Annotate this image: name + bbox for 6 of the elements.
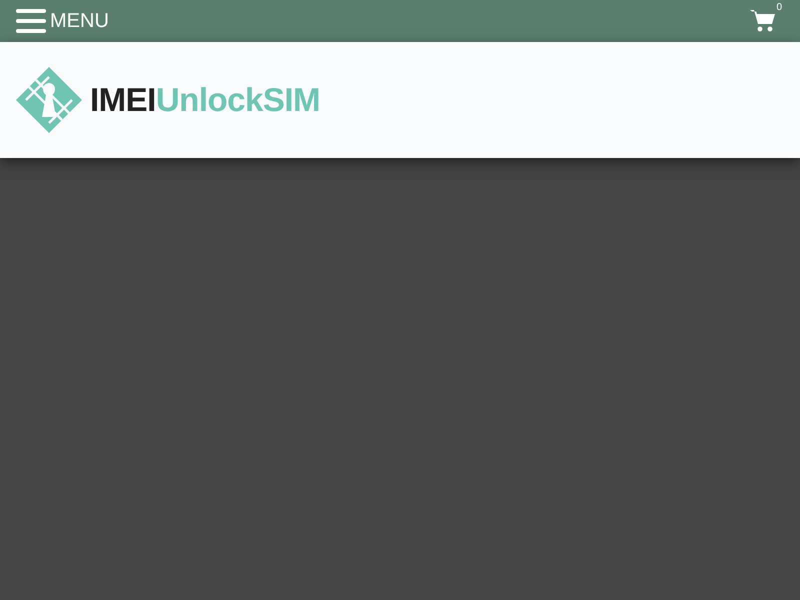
menu-button[interactable]: MENU	[16, 6, 109, 36]
logo-text: IMEIUnlockSIM	[90, 80, 320, 120]
menu-icon	[16, 9, 46, 33]
cart-icon[interactable]	[750, 8, 776, 33]
cart-count: 0	[776, 2, 782, 13]
logo-icon	[16, 67, 82, 133]
